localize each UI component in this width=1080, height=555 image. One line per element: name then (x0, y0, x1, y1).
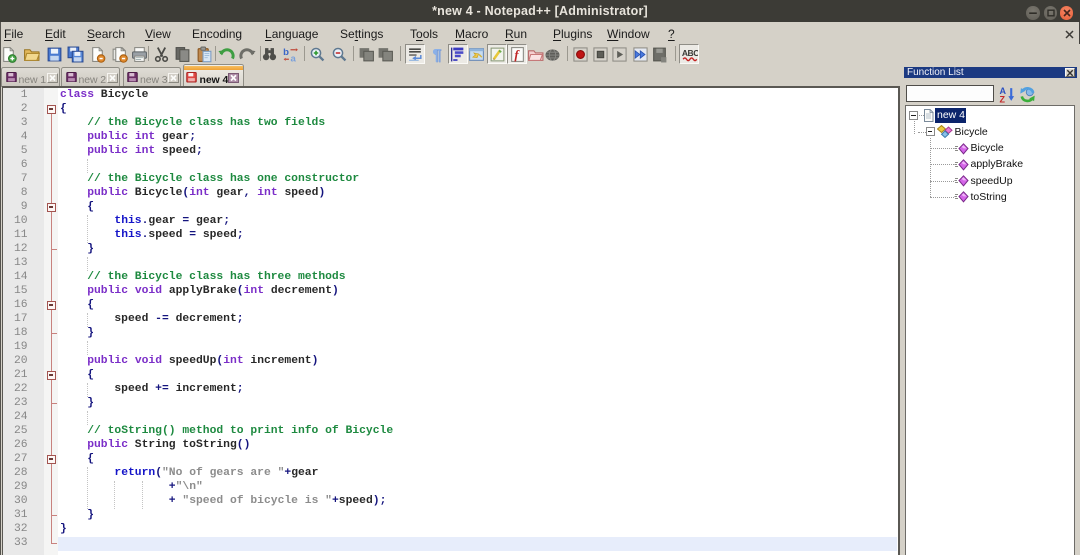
svg-text:ABC: ABC (681, 48, 697, 58)
svg-text:b: b (283, 47, 289, 58)
svg-text:¶: ¶ (432, 47, 441, 63)
svg-text:Z: Z (999, 94, 1005, 103)
svg-text:a: a (291, 53, 297, 63)
